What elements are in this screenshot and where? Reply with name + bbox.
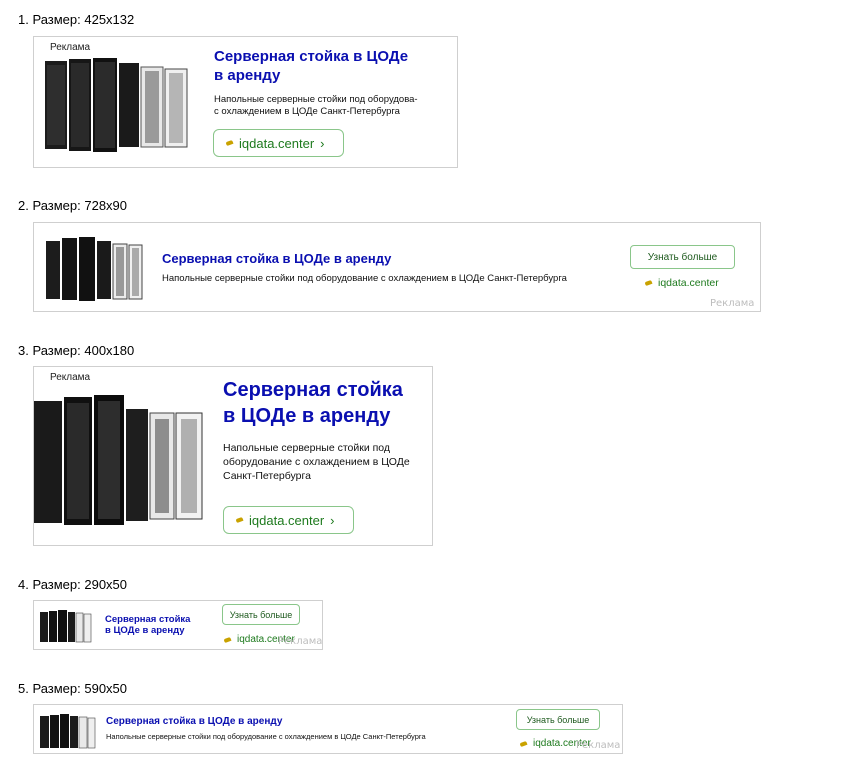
server-racks-image	[40, 714, 96, 749]
domain-button[interactable]: iqdata.center ›	[223, 506, 354, 534]
ad-label: Реклама	[576, 740, 621, 751]
ad-title[interactable]: Серверная стойка в ЦОДе в аренду	[162, 251, 391, 266]
ad-description: Напольные серверные стойки под оборудова…	[162, 273, 567, 284]
ad-banner-590x50[interactable]: Серверная стойка в ЦОДе в аренду Напольн…	[33, 704, 623, 754]
leaf-favicon-icon	[519, 740, 528, 747]
learn-more-button[interactable]: Узнать больше	[630, 245, 735, 269]
ad-title[interactable]: Серверная стойка в ЦОДе в аренду	[223, 377, 403, 429]
domain-button[interactable]: iqdata.center ›	[213, 129, 344, 157]
leaf-favicon-icon	[235, 516, 244, 524]
leaf-favicon-icon	[644, 279, 653, 287]
server-racks-image	[45, 58, 188, 152]
domain-text: iqdata.center	[249, 512, 325, 528]
domain-text: iqdata.center	[658, 277, 719, 289]
ad-banner-290x50[interactable]: Серверная стойка в ЦОДе в аренду Узнать …	[33, 600, 323, 650]
chevron-right-icon: ›	[320, 135, 325, 151]
ad-title[interactable]: Серверная стойка в ЦОДе в аренду	[214, 47, 408, 85]
domain-link[interactable]: iqdata.center	[644, 277, 719, 289]
banner-caption-3: 3. Размер: 400x180	[18, 343, 135, 358]
server-racks-image	[40, 610, 92, 643]
leaf-favicon-icon	[225, 139, 234, 147]
banner-caption-2: 2. Размер: 728x90	[18, 198, 128, 213]
banner-caption-5: 5. Размер: 590x50	[18, 681, 128, 696]
ad-banner-400x180[interactable]: Реклама Серверная стойка в ЦОДе в аренду…	[33, 366, 433, 546]
learn-more-button[interactable]: Узнать больше	[222, 604, 300, 625]
ad-label: Реклама	[50, 372, 91, 383]
chevron-right-icon: ›	[330, 512, 335, 528]
ad-banner-728x90[interactable]: Серверная стойка в ЦОДе в аренду Напольн…	[33, 222, 761, 312]
banner-caption-4: 4. Размер: 290x50	[18, 577, 128, 592]
leaf-favicon-icon	[223, 636, 232, 643]
ad-banner-425x132[interactable]: Реклама Серверная стойка в ЦОДе в аренду…	[33, 36, 458, 168]
ad-title[interactable]: Серверная стойка в ЦОДе в аренду	[106, 716, 282, 727]
banner-caption-1: 1. Размер: 425x132	[18, 12, 135, 27]
server-racks-image	[46, 237, 143, 301]
ad-title[interactable]: Серверная стойка в ЦОДе в аренду	[105, 614, 190, 636]
ad-description: Напольные серверные стойки под оборудова…	[223, 442, 410, 482]
ad-label: Реклама	[710, 298, 755, 309]
learn-more-button[interactable]: Узнать больше	[516, 709, 600, 730]
server-racks-image	[34, 395, 203, 525]
ad-description: Напольные серверные стойки под оборудова…	[214, 94, 418, 117]
domain-text: iqdata.center	[239, 135, 315, 151]
ad-description: Напольные серверные стойки под оборудова…	[106, 732, 426, 741]
ad-label: Реклама	[50, 42, 91, 53]
ad-label: Реклама	[278, 636, 323, 647]
